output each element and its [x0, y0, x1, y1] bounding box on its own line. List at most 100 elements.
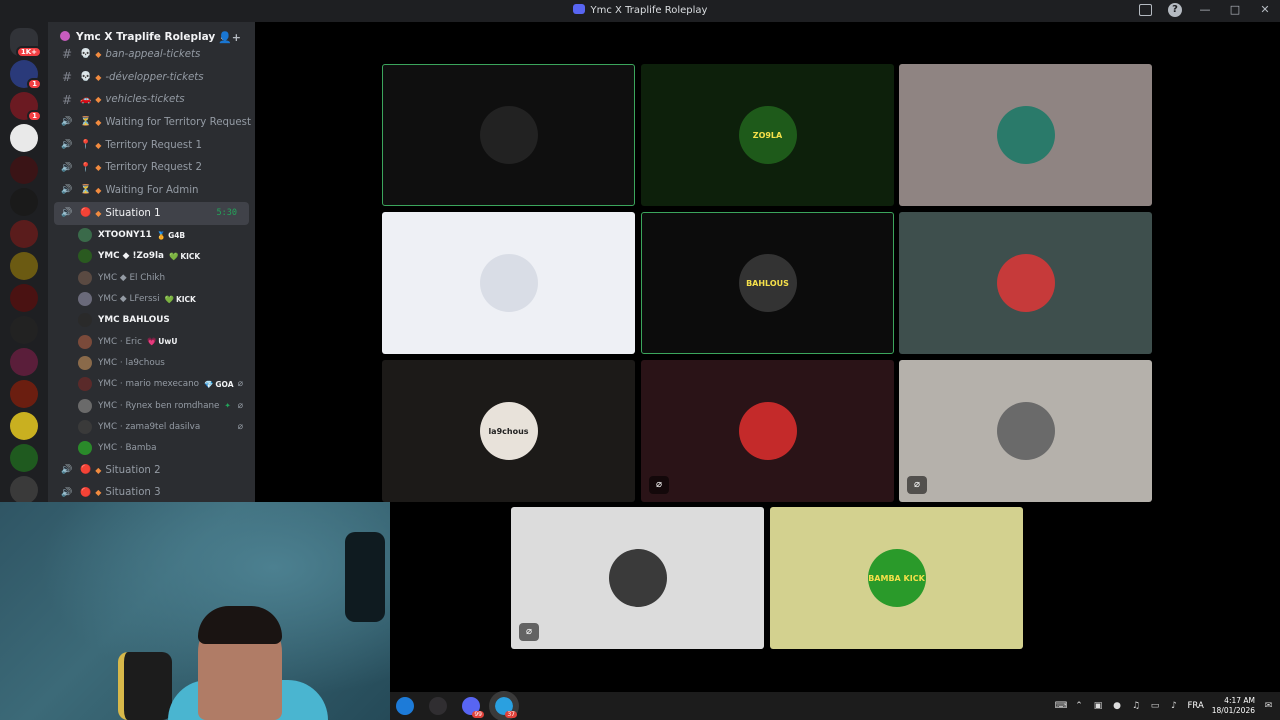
member-tag: 💚 KICK [169, 252, 200, 261]
tile-eric[interactable] [899, 212, 1152, 354]
server-7-icon[interactable] [10, 412, 38, 440]
server-8-icon[interactable] [10, 444, 38, 472]
speaker-icon[interactable]: ♪ [1169, 701, 1180, 712]
voice-channel[interactable]: 🔊 🔴 ◆ Situation 3 [48, 481, 255, 502]
chevron-up-icon[interactable]: ⌃ [1074, 701, 1085, 712]
server-4-icon[interactable] [10, 220, 38, 248]
server-5-icon[interactable] [10, 284, 38, 312]
diamond-icon: ◆ [95, 163, 102, 173]
server-bamba-icon[interactable] [10, 252, 38, 280]
minimize-icon[interactable]: — [1198, 3, 1212, 17]
voice-member[interactable]: YMC BAHLOUS [48, 310, 255, 331]
language-indicator[interactable]: FRA [1188, 701, 1204, 711]
volume-icon[interactable]: ♫ [1131, 701, 1142, 712]
diamond-icon: ◆ [95, 185, 102, 195]
participant-avatar: BAHLOUS [738, 254, 797, 312]
avatar [78, 228, 92, 243]
guild-icon [60, 31, 70, 41]
network-icon[interactable]: ▣ [1093, 701, 1104, 712]
tile-bamba[interactable]: BAMBA KICK [770, 507, 1023, 649]
voice-channel[interactable]: 🔊 📍 ◆ Territory Request 2 [48, 156, 255, 179]
windows-taskbar: 99 37 ⌨ ⌃ ▣ ● ♫ ▭ ♪ FRA 4:17 AM 18/01/202… [390, 691, 1280, 720]
inbox-icon[interactable] [1139, 4, 1152, 16]
server-ymc-1-icon[interactable] [10, 156, 38, 184]
voice-member[interactable]: YMC · Bamba [48, 437, 255, 458]
direct-messages-icon[interactable]: 1K+ [10, 28, 42, 58]
close-icon[interactable]: ✕ [1258, 3, 1272, 17]
gaming-chair [118, 652, 172, 720]
discord-app-icon[interactable]: 99 [462, 697, 484, 718]
speaker-icon: 🔊 [61, 487, 73, 498]
voice-member[interactable]: YMC ◆ !Zo9la 💚 KICK [48, 246, 255, 267]
tile-zo9la[interactable]: ZO9LA [641, 64, 894, 206]
tile-mario[interactable]: ⌀ [641, 360, 894, 502]
member-tag: 💎 GOA [204, 380, 233, 389]
tile-xtoony[interactable] [382, 64, 635, 206]
member-name: YMC · zama9tel dasilva [98, 421, 201, 432]
tag-text: UwU [158, 337, 178, 347]
text-channel[interactable]: # 🚗 ◆ vehicles-tickets [48, 88, 255, 111]
participant-avatar [608, 549, 667, 607]
voice-member[interactable]: YMC · Rynex ben romdhane ✦ ⌀ [48, 395, 255, 416]
voice-member[interactable]: XTOONY11 🏅 G4B [48, 225, 255, 246]
participant-avatar: ZO9LA [738, 106, 797, 164]
server-6-icon[interactable] [10, 348, 38, 376]
server-1-icon[interactable]: 1 [10, 60, 42, 90]
tile-lferssi[interactable] [382, 212, 635, 354]
voice-channel[interactable]: 🔊 🔴 ◆ Situation 2 [48, 459, 255, 482]
voice-channel[interactable]: 🔊 📍 ◆ Territory Request 1 [48, 134, 255, 157]
avatar [78, 419, 92, 434]
server-ymc-2-icon[interactable] [10, 188, 38, 216]
channel-name: ban-appeal-tickets [105, 48, 201, 60]
voice-channel[interactable]: 🔊 ⏳ ◆ Waiting for Territory Request [48, 111, 255, 134]
participant-avatar: BAMBA KICK [867, 549, 926, 607]
tile-zama9tel[interactable]: ⌀ [511, 507, 764, 649]
voice-member[interactable]: YMC ◆ LFerssi 💚 KICK [48, 288, 255, 309]
member-name: XTOONY11 [98, 230, 152, 241]
voice-member[interactable]: YMC · zama9tel dasilva ⌀ [48, 416, 255, 437]
clock[interactable]: 4:17 AM 18/01/2026 [1212, 696, 1255, 716]
muted-microphone-icon: ⌀ [907, 476, 927, 494]
server-9-icon[interactable] [10, 476, 38, 502]
help-icon[interactable]: ? [1168, 3, 1182, 17]
maximize-icon[interactable]: □ [1228, 3, 1242, 17]
server-3-icon[interactable] [10, 124, 38, 152]
channel-emoji: 🚗 [80, 94, 92, 105]
tag-text: G4B [168, 230, 186, 240]
display-icon[interactable]: ▭ [1150, 701, 1161, 712]
keyboard-icon[interactable]: ⌨ [1055, 701, 1068, 712]
text-channel[interactable]: # 💀 ◆ ban-appeal-tickets [48, 43, 255, 66]
telegram-app-icon[interactable]: 37 [489, 691, 519, 720]
tile-elchikh[interactable] [899, 64, 1152, 206]
server-2-icon[interactable]: 1 [10, 92, 42, 122]
tile-la9chous[interactable]: la9chous [382, 360, 635, 502]
channel-name: Situation 3 [105, 487, 161, 499]
diamond-icon: ◆ [95, 95, 102, 105]
notification-icon[interactable]: ✉ [1263, 701, 1274, 712]
avatar [78, 334, 92, 349]
channel-name: Territory Request 2 [105, 162, 202, 174]
avatar [78, 441, 92, 456]
member-tag: 💚 KICK [165, 295, 196, 304]
voice-member[interactable]: YMC ◆ El Chikh [48, 267, 255, 288]
tile-rynex[interactable]: ⌀ [899, 360, 1152, 502]
diamond-icon: ◆ [95, 72, 102, 82]
hashtag-icon: # [61, 47, 73, 62]
voice-member[interactable]: YMC · la9chous [48, 352, 255, 373]
obs-app-icon[interactable] [429, 697, 447, 715]
microphone-icon[interactable]: ● [1112, 701, 1123, 712]
tag-icon: 🏅 [156, 230, 167, 240]
voice-member[interactable]: YMC · mario mexecano 💎 GOA ⌀ [48, 374, 255, 395]
voice-member[interactable]: YMC · Eric 💗 UwU [48, 331, 255, 352]
speaker-icon: 🔊 [61, 140, 73, 151]
voice-channel[interactable]: 🔊 ⏳ ◆ Waiting For Admin [48, 179, 255, 202]
edge-app-icon[interactable] [396, 697, 414, 715]
window-title: Ymc X Traplife Roleplay [0, 4, 1280, 16]
tile-bahlous[interactable]: BAHLOUS [641, 212, 894, 354]
server-ymc-3-icon[interactable] [10, 316, 38, 344]
diamond-icon: ◆ [95, 49, 102, 59]
text-channel[interactable]: # 💀 ◆ -développer-tickets [48, 66, 255, 89]
server-otherside-icon[interactable] [10, 380, 38, 408]
tag-text: KICK [180, 251, 201, 261]
active-voice-channel[interactable]: 🔊 🔴 ◆ Situation 1 5:30 [54, 201, 249, 225]
